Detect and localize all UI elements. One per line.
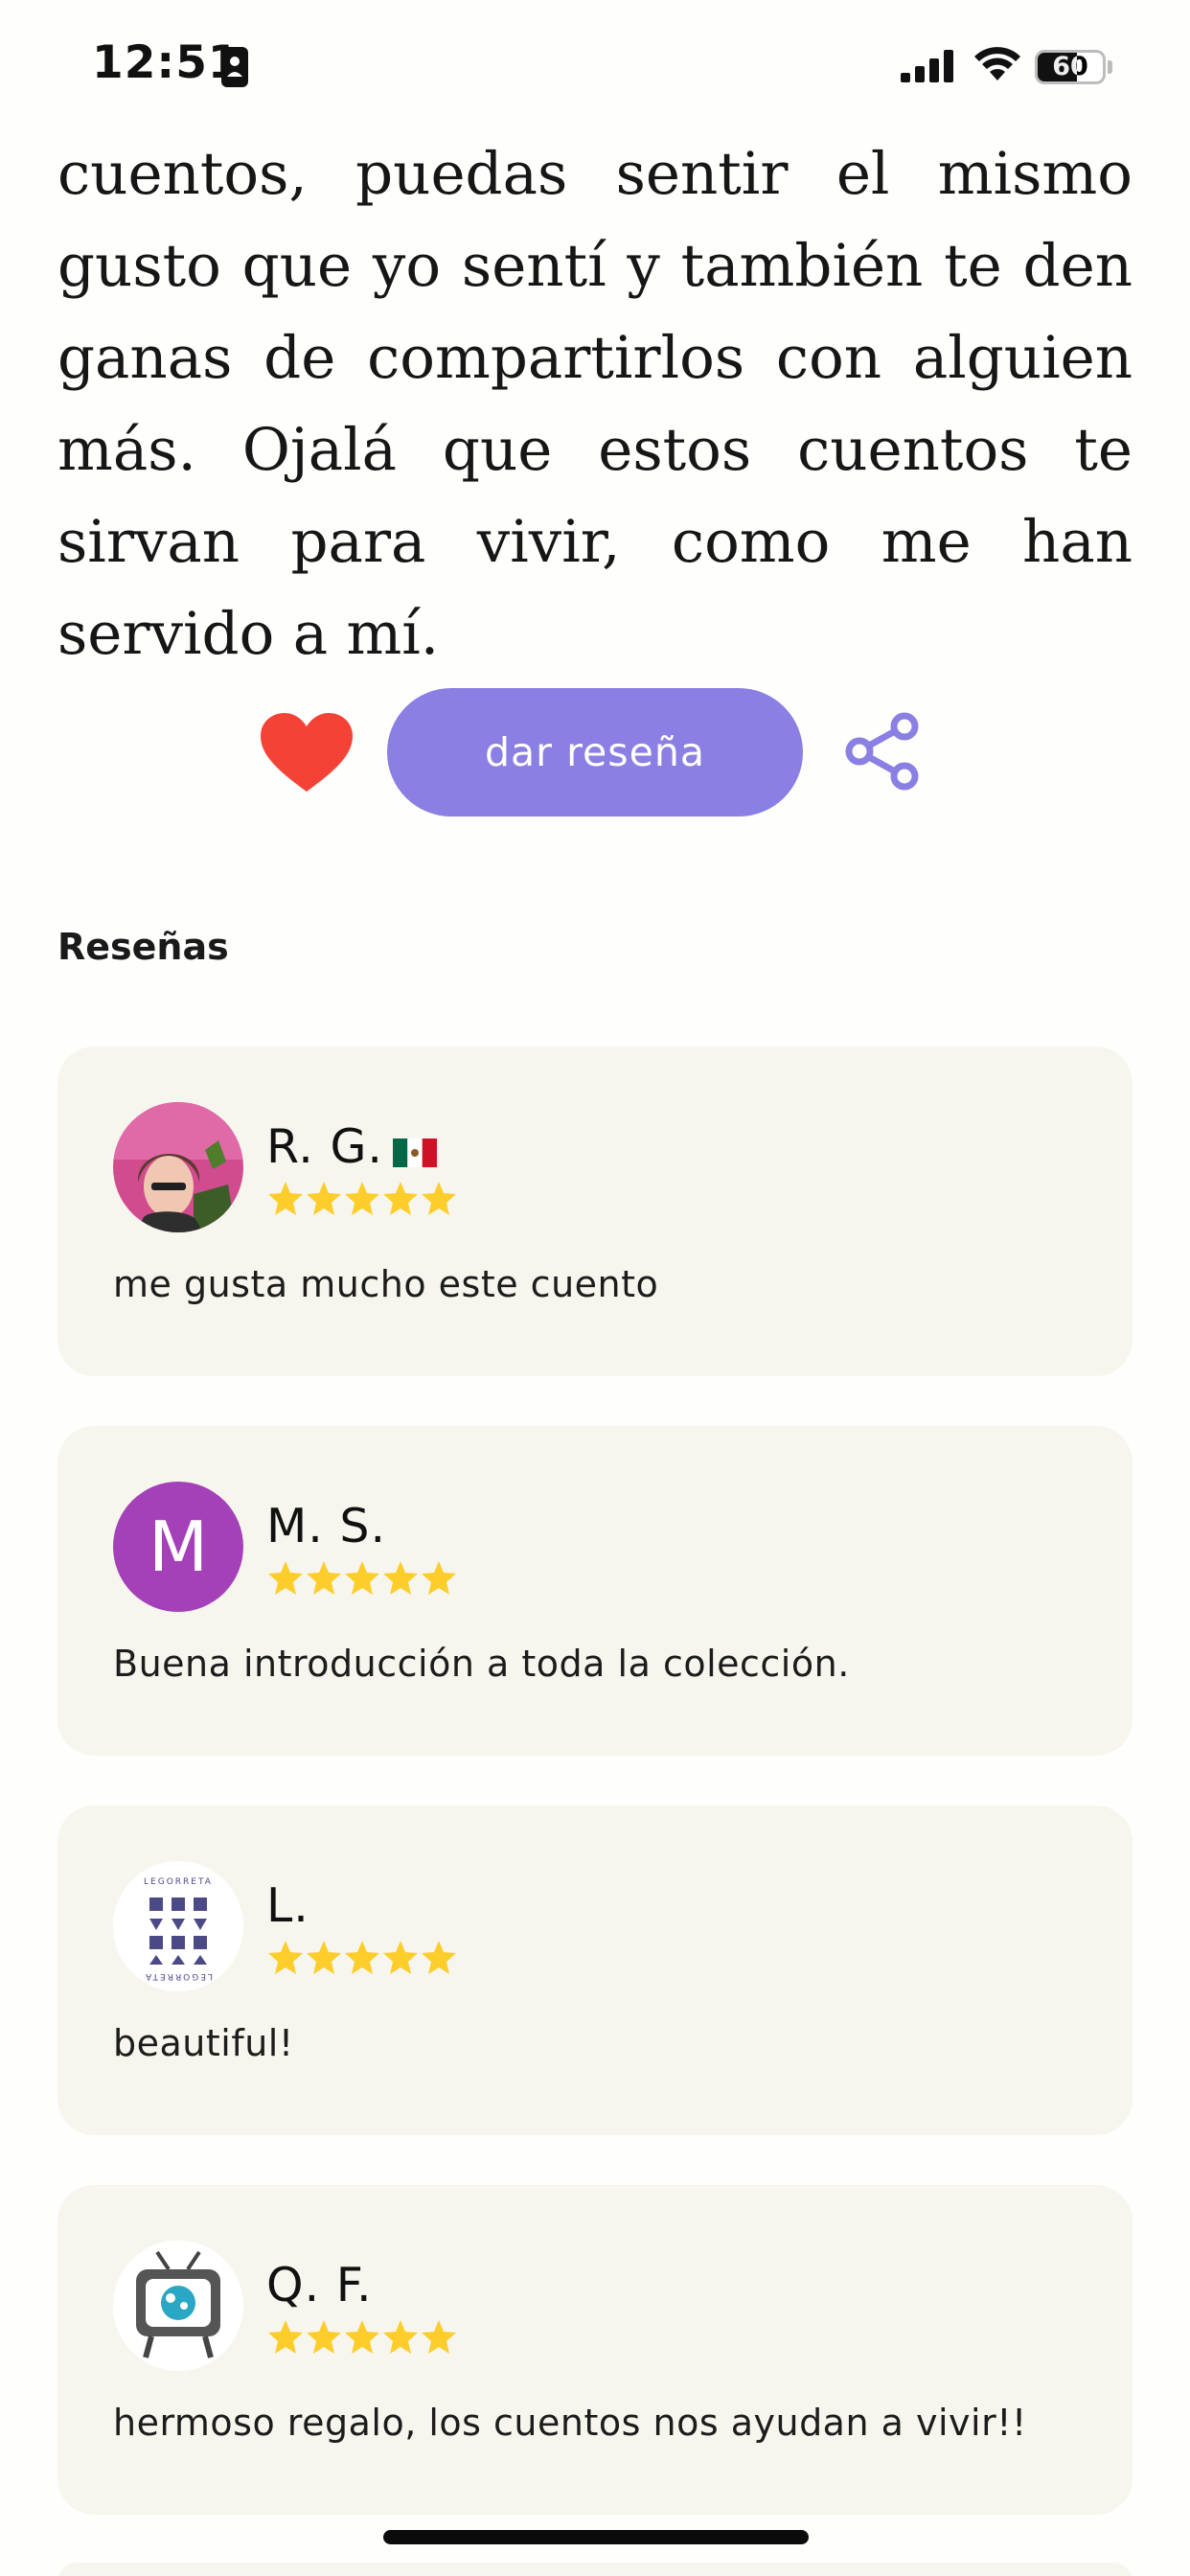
- reviewer-name: Q. F.: [266, 2258, 373, 2312]
- review-card: M M. S. Buena introducción a toda la col…: [57, 1426, 1133, 1756]
- dar-resena-button[interactable]: dar reseña: [387, 688, 803, 816]
- story-text: cuentos, puedas sentir el mismo gusto qu…: [57, 140, 1133, 668]
- star-icon: [345, 2320, 379, 2354]
- review-text: Buena introducción a toda la colección.: [113, 1643, 850, 1685]
- review-text: hermoso regalo, los cuentos nos ayudan a…: [113, 2402, 1027, 2444]
- star-icon: [268, 1941, 303, 1974]
- star-rating: [266, 1560, 458, 1597]
- star-icon: [268, 1182, 303, 1215]
- home-indicator[interactable]: [383, 2530, 809, 2544]
- heart-icon[interactable]: [259, 711, 355, 794]
- review-text: me gusta mucho este cuento: [113, 1263, 659, 1305]
- star-icon: [345, 1182, 379, 1215]
- review-text: beautiful!: [113, 2022, 294, 2064]
- star-icon: [422, 1941, 456, 1974]
- status-time: 12:51: [92, 36, 240, 89]
- star-icon: [345, 1941, 379, 1974]
- star-icon: [307, 1941, 341, 1974]
- reviewer-avatar[interactable]: [113, 1102, 243, 1232]
- star-icon: [268, 1561, 303, 1595]
- legorreta-logo-icon: LEGORRETA LEGORRETA: [113, 1861, 243, 1991]
- star-icon: [383, 1182, 418, 1215]
- reviews-heading: Reseñas: [57, 926, 229, 968]
- review-card: Q. F. hermoso regalo, los cuentos nos ay…: [57, 2185, 1133, 2515]
- battery-level: 60: [1052, 52, 1088, 81]
- star-icon: [345, 1561, 379, 1595]
- star-icon: [307, 1182, 341, 1215]
- star-icon: [422, 1182, 456, 1215]
- star-icon: [383, 1561, 418, 1595]
- reviewer-avatar[interactable]: [113, 2241, 243, 2371]
- signal-icon: [901, 50, 953, 82]
- star-icon: [422, 1561, 456, 1595]
- svg-text:LEGORRETA: LEGORRETA: [144, 1971, 213, 1981]
- wifi-icon: [974, 47, 1020, 80]
- star-rating: [266, 1940, 458, 1976]
- svg-text:LEGORRETA: LEGORRETA: [144, 1877, 213, 1887]
- status-bar: 12:51 60: [0, 0, 1190, 134]
- review-card: LEGORRETA LEGORRETA L. beautiful!: [57, 1806, 1133, 2135]
- battery-icon: 60: [1035, 50, 1113, 84]
- star-icon: [383, 1941, 418, 1974]
- star-icon: [268, 2320, 303, 2354]
- star-icon: [383, 2320, 418, 2354]
- mexico-flag-icon: [393, 1138, 437, 1167]
- star-rating: [266, 1181, 458, 1217]
- reviewer-avatar[interactable]: M: [113, 1482, 243, 1612]
- star-icon: [307, 2320, 341, 2354]
- share-icon[interactable]: [843, 711, 924, 792]
- reviewer-name: L.: [266, 1878, 309, 1933]
- tv-icon: [113, 2241, 243, 2371]
- id-card-icon: [221, 47, 248, 87]
- star-icon: [307, 1561, 341, 1595]
- review-card-partial: [57, 2563, 1133, 2576]
- reviewer-name: R. G.: [266, 1119, 383, 1174]
- review-card: R. G. me gusta mucho este cuento: [57, 1046, 1133, 1376]
- star-icon: [422, 2320, 456, 2354]
- reviewer-avatar[interactable]: LEGORRETA LEGORRETA: [113, 1861, 243, 1991]
- star-rating: [266, 2319, 458, 2356]
- reviewer-name: M. S.: [266, 1499, 387, 1553]
